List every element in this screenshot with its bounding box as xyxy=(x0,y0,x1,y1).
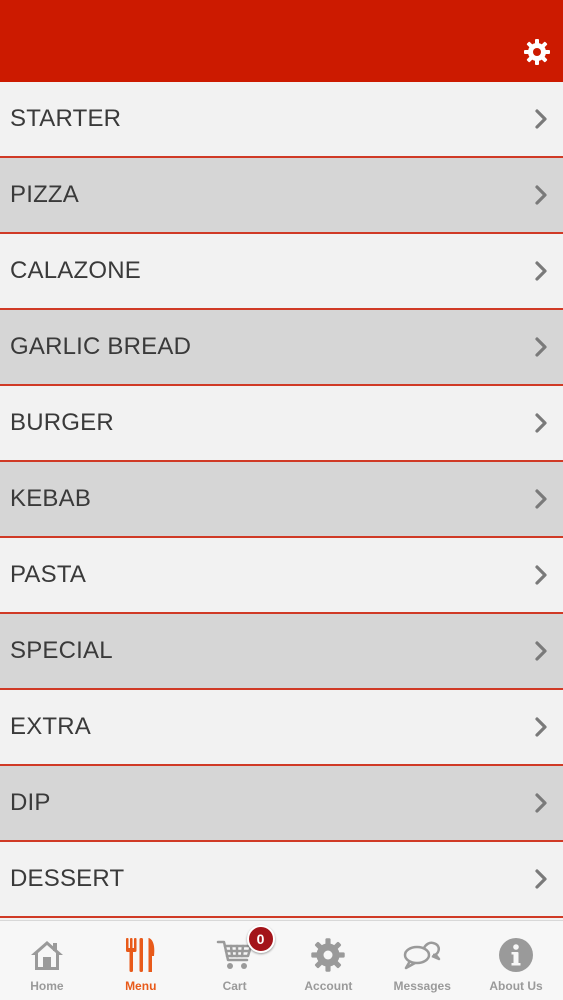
menu-item-label: BURGER xyxy=(10,409,114,436)
tab-account-label: Account xyxy=(304,979,353,993)
tab-about-us[interactable]: About Us xyxy=(469,921,563,1000)
app-header xyxy=(0,0,563,82)
menu-item-burger[interactable]: BURGER xyxy=(0,386,563,462)
menu-item-label: DIP xyxy=(10,789,51,816)
cutlery-icon xyxy=(125,938,155,972)
chevron-right-icon xyxy=(535,793,547,813)
settings-button[interactable] xyxy=(521,36,553,68)
gear-icon xyxy=(524,39,550,65)
tab-home[interactable]: Home xyxy=(0,921,94,1000)
menu-item-label: GARLIC BREAD xyxy=(10,333,192,360)
tab-menu-label: Menu xyxy=(125,979,157,993)
chevron-right-icon xyxy=(535,717,547,737)
tab-cart-label: Cart xyxy=(222,979,247,993)
menu-item-label: CALAZONE xyxy=(10,257,141,284)
chevron-right-icon xyxy=(535,869,547,889)
chevron-right-icon xyxy=(535,185,547,205)
gear-icon xyxy=(311,938,346,972)
chevron-right-icon xyxy=(535,565,547,585)
tab-cart[interactable]: 0 Cart xyxy=(188,921,282,1000)
menu-item-dessert[interactable]: DESSERT xyxy=(0,842,563,918)
chevron-right-icon xyxy=(535,489,547,509)
home-icon xyxy=(30,941,63,970)
menu-item-garlic-bread[interactable]: GARLIC BREAD xyxy=(0,310,563,386)
chevron-right-icon xyxy=(535,337,547,357)
tab-messages[interactable]: Messages xyxy=(375,921,469,1000)
tab-messages-label: Messages xyxy=(393,979,451,993)
menu-item-calazone[interactable]: CALAZONE xyxy=(0,234,563,310)
menu-item-pizza[interactable]: PIZZA xyxy=(0,158,563,234)
chevron-right-icon xyxy=(535,109,547,129)
menu-item-label: DESSERT xyxy=(10,865,125,892)
menu-item-label: EXTRA xyxy=(10,713,92,740)
tab-account[interactable]: Account xyxy=(281,921,375,1000)
info-icon xyxy=(499,938,534,972)
menu-item-label: KEBAB xyxy=(10,485,92,512)
menu-item-label: PIZZA xyxy=(10,181,80,208)
menu-item-label: PASTA xyxy=(10,561,87,588)
menu-category-list: STARTER PIZZA CALAZONE GARLIC BREAD BURG… xyxy=(0,82,563,918)
cart-count-badge: 0 xyxy=(246,925,275,953)
menu-item-pasta[interactable]: PASTA xyxy=(0,538,563,614)
menu-item-extra[interactable]: EXTRA xyxy=(0,690,563,766)
tab-about-us-label: About Us xyxy=(489,979,543,993)
menu-item-dip[interactable]: DIP xyxy=(0,766,563,842)
menu-item-special[interactable]: SPECIAL xyxy=(0,614,563,690)
menu-item-starter[interactable]: STARTER xyxy=(0,82,563,158)
menu-item-label: SPECIAL xyxy=(10,637,113,664)
tab-menu[interactable]: Menu xyxy=(94,921,188,1000)
chevron-right-icon xyxy=(535,641,547,661)
bottom-tab-bar: Home Menu 0 Cart Account Messages About … xyxy=(0,920,563,1000)
menu-item-label: STARTER xyxy=(10,105,122,132)
menu-item-kebab[interactable]: KEBAB xyxy=(0,462,563,538)
chevron-right-icon xyxy=(535,413,547,433)
chat-bubbles-icon xyxy=(403,941,441,970)
tab-home-label: Home xyxy=(30,979,64,993)
chevron-right-icon xyxy=(535,261,547,281)
